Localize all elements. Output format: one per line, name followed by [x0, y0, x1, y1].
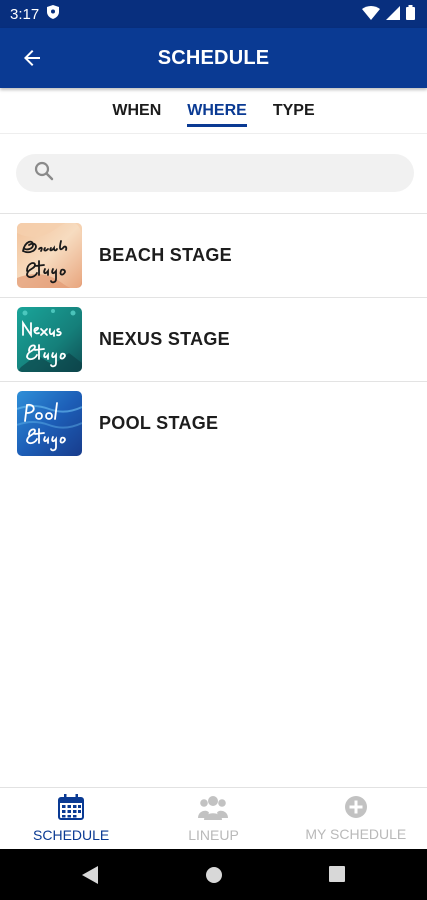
wifi-icon	[362, 5, 380, 24]
plus-circle-icon	[344, 795, 368, 822]
search-bar[interactable]	[16, 154, 414, 192]
battery-icon	[406, 5, 415, 24]
system-back-icon[interactable]	[82, 866, 98, 889]
page-title: SCHEDULE	[157, 46, 270, 69]
search-icon	[34, 161, 54, 186]
nav-lineup[interactable]: LINEUP	[142, 788, 284, 849]
tab-when[interactable]: WHEN	[112, 94, 161, 128]
beach-stage-logo	[17, 223, 82, 288]
stage-list: BEACH STAGE NEXUS STAGE POOL STAGE	[0, 213, 427, 465]
system-home-icon[interactable]	[205, 866, 223, 889]
calendar-icon	[58, 794, 85, 823]
nav-label: LINEUP	[188, 827, 239, 843]
nexus-stage-logo	[17, 307, 82, 372]
system-recents-icon[interactable]	[329, 866, 345, 887]
list-item-beach-stage[interactable]: BEACH STAGE	[0, 213, 427, 297]
vpn-shield-icon	[47, 5, 60, 23]
status-bar: 3:17	[0, 0, 427, 28]
search-input[interactable]	[64, 164, 384, 182]
list-item-nexus-stage[interactable]: NEXUS STAGE	[0, 297, 427, 381]
stage-name: POOL STAGE	[99, 413, 219, 433]
nav-label: SCHEDULE	[33, 827, 110, 843]
pool-stage-logo	[17, 391, 82, 456]
bottom-navigation: SCHEDULE LINEUP MY SCHEDULE	[0, 787, 427, 849]
status-time: 3:17	[10, 5, 40, 23]
filter-tabs: WHEN WHERE TYPE	[0, 88, 427, 134]
people-icon	[198, 794, 229, 823]
back-arrow-icon[interactable]	[20, 46, 44, 70]
nav-label: MY SCHEDULE	[305, 826, 407, 842]
nav-schedule[interactable]: SCHEDULE	[0, 788, 142, 849]
stage-name: NEXUS STAGE	[99, 329, 230, 349]
stage-name: BEACH STAGE	[99, 245, 232, 265]
status-icons	[362, 5, 415, 24]
app-bar: SCHEDULE	[0, 28, 427, 88]
signal-icon	[386, 5, 400, 24]
tab-where[interactable]: WHERE	[187, 94, 247, 128]
list-item-pool-stage[interactable]: POOL STAGE	[0, 381, 427, 465]
nav-my-schedule[interactable]: MY SCHEDULE	[285, 788, 427, 849]
tab-type[interactable]: TYPE	[273, 94, 315, 128]
system-navigation-bar	[0, 849, 427, 900]
